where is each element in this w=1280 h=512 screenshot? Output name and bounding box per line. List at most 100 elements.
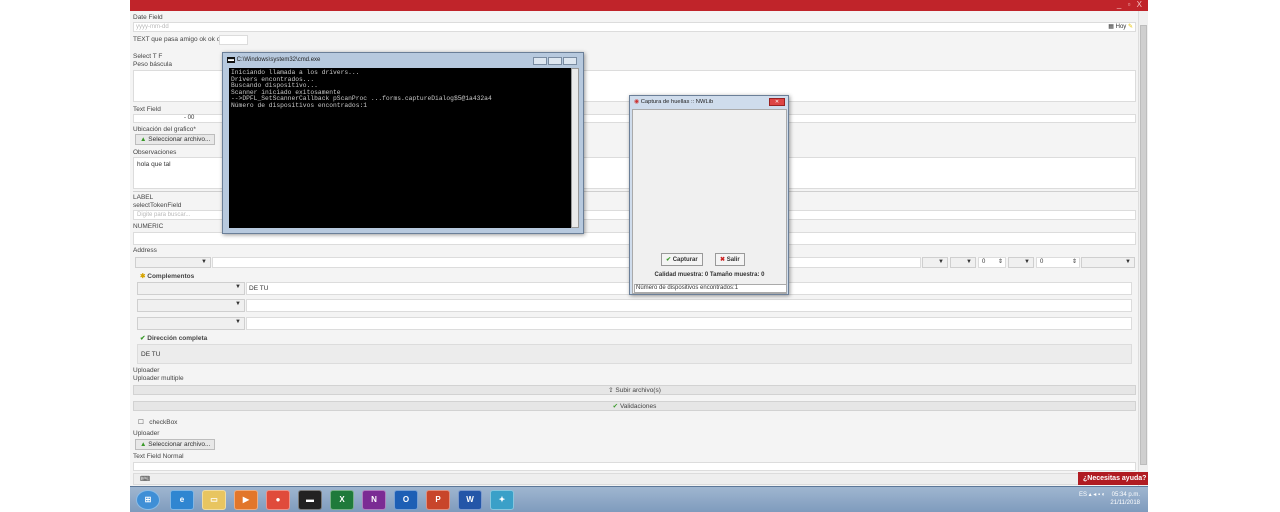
select-token-label: selectTokenField <box>133 202 182 209</box>
upload-icon: ⇪ <box>608 387 614 394</box>
taskbar: ⊞ e ▭ ▶ ● ▬ X N O P W ✦ ES ▴ ◂ ▪ ◐ 05:34… <box>130 486 1148 512</box>
explorer-icon[interactable]: ▭ <box>202 490 226 510</box>
help-button[interactable]: ¿Necesitas ayuda? <box>1078 472 1148 485</box>
complemento-value: DE TU <box>249 285 269 292</box>
observaciones-value: hola que tal <box>137 161 171 168</box>
select-tf-label: Select T F <box>133 53 163 60</box>
complemento-select-2[interactable]: ▼ <box>137 299 245 312</box>
upload-icon: ▲ <box>140 441 147 448</box>
text-field-extra[interactable] <box>219 35 248 45</box>
complementos-header[interactable]: ✱ Complementos <box>140 272 194 280</box>
keyboard-icon[interactable]: ⌨ <box>140 475 150 483</box>
seleccionar-archivo-button[interactable]: ▲ Seleccionar archivo... <box>135 134 216 145</box>
language-indicator[interactable]: ES <box>1079 492 1087 498</box>
address-select-3[interactable]: ▼ <box>950 257 976 268</box>
subir-archivo-label: Subir archivo(s) <box>615 387 661 394</box>
capture-dialog[interactable]: ◉ Captura de huellas :: NWLib ✕ ✔ Captur… <box>629 95 789 295</box>
window-controls[interactable]: _ ▫ X <box>1117 0 1144 9</box>
date-placeholder: yyyy-mm-dd <box>136 24 169 30</box>
cmd-title: ▬ C:\Windows\system32\cmd.exe <box>227 57 320 63</box>
token-placeholder: Digite para buscar... <box>137 212 191 218</box>
subir-archivo-button[interactable]: ⇪ Subir archivo(s) <box>133 385 1136 395</box>
cmd-icon: ▬ <box>227 57 235 63</box>
clock[interactable]: 05:34 p.m. 21/11/2018 <box>1110 491 1140 507</box>
clock-time: 05:34 p.m. <box>1111 492 1140 498</box>
address-number-a-value: 0 <box>982 259 986 265</box>
capture-title: ◉ Captura de huellas :: NWLib <box>634 99 713 105</box>
upload-icon: ▲ <box>140 136 147 143</box>
minimize-button[interactable] <box>533 57 547 65</box>
seleccionar-archivo2-button[interactable]: ▲ Seleccionar archivo... <box>135 439 216 450</box>
peso-label: Peso báscula <box>133 61 173 68</box>
address-select[interactable]: ▼ <box>135 257 211 268</box>
complemento-select-3[interactable]: ▼ <box>137 317 245 330</box>
ubicacion-label: Ubicación del grafico* <box>133 126 196 133</box>
clock-date: 21/11/2018 <box>1110 500 1140 506</box>
hoy-label: Hoy <box>1115 24 1127 30</box>
main-scrollbar[interactable] <box>1138 11 1148 486</box>
text-field-normal[interactable] <box>133 462 1136 471</box>
address-select-2[interactable]: ▼ <box>922 257 948 268</box>
hoy-button[interactable]: ▦ Hoy ✎ <box>1108 23 1133 30</box>
cmd-icon[interactable]: ▬ <box>298 490 322 510</box>
date-field-label: Date Field <box>133 14 163 21</box>
chevron-down-icon: ▼ <box>235 284 241 290</box>
powerpoint-icon[interactable]: P <box>426 490 450 510</box>
capturar-button[interactable]: ✔ Capturar <box>661 253 703 266</box>
fingerprint-icon: ◉ <box>634 99 640 105</box>
capture-status: Número de dispositivos encontrados:1 <box>634 284 787 293</box>
text-field-label: Text Field <box>133 106 161 113</box>
excel-icon[interactable]: X <box>330 490 354 510</box>
chevron-down-icon: ▼ <box>201 259 207 265</box>
cmd-window[interactable]: ▬ C:\Windows\system32\cmd.exe Iniciando … <box>222 52 584 234</box>
scroll-thumb[interactable] <box>1140 25 1147 465</box>
maximize-button[interactable] <box>548 57 562 65</box>
address-text[interactable] <box>212 257 921 268</box>
salir-button[interactable]: ✖ Salir <box>715 253 745 266</box>
onenote-icon[interactable]: N <box>362 490 386 510</box>
direccion-field: DE TU <box>137 344 1132 364</box>
cmd-line: Número de dispositivos encontrados:1 <box>231 101 368 109</box>
seleccionar-archivo2-label: Seleccionar archivo... <box>148 441 211 448</box>
media-icon[interactable]: ▶ <box>234 490 258 510</box>
spinner-icon[interactable]: ⇕ <box>998 258 1003 265</box>
outlook-icon[interactable]: O <box>394 490 418 510</box>
cmd-title-text: C:\Windows\system32\cmd.exe <box>236 57 321 63</box>
date-field[interactable]: yyyy-mm-dd ▦ Hoy ✎ <box>133 22 1136 32</box>
address-number-a[interactable]: 0 ⇕ <box>978 257 1006 268</box>
capture-quality: Calidad muestra: 0 Tamaño muestra: 0 <box>654 272 765 278</box>
complemento-text-2[interactable] <box>246 299 1132 312</box>
bottom-toolbar: ⌨ <box>133 473 1136 485</box>
close-button[interactable] <box>563 57 577 65</box>
address-label: Address <box>133 247 157 254</box>
start-icon[interactable]: ⊞ <box>136 490 160 510</box>
checkbox[interactable]: ☐ checkBox <box>138 418 177 426</box>
observaciones-label: Observaciones <box>133 149 177 156</box>
complementos-label: Complementos <box>147 273 195 280</box>
address-number-b[interactable]: 0 ⇕ <box>1036 257 1080 268</box>
chevron-down-icon: ▼ <box>235 319 241 325</box>
validaciones-button[interactable]: ✔ Validaciones <box>133 401 1136 411</box>
capturar-label: Capturar <box>672 257 698 263</box>
text-field-normal-label: Text Field Normal <box>133 453 184 460</box>
app-icon[interactable]: ✦ <box>490 490 514 510</box>
uploader-label: Uploader <box>133 367 160 374</box>
chevron-down-icon: ▼ <box>966 259 972 265</box>
ie-icon[interactable]: e <box>170 490 194 510</box>
cmd-output: Iniciando llamada a los drivers... Driver… <box>229 68 571 228</box>
spinner-icon[interactable]: ⇕ <box>1072 258 1077 265</box>
word-icon[interactable]: W <box>458 490 482 510</box>
complemento-text-3[interactable] <box>246 317 1132 330</box>
capture-panel: ✔ Capturar ✖ Salir Calidad muestra: 0 Ta… <box>632 109 787 294</box>
close-button[interactable]: ✕ <box>769 98 785 106</box>
text-field-value[interactable]: TEXT que pasa amigo ok ok ok <box>133 36 224 43</box>
complemento-select-1[interactable]: ▼ <box>137 282 245 295</box>
salir-label: Salir <box>726 257 740 263</box>
help-label: ¿Necesitas ayuda? <box>1083 475 1147 482</box>
cmd-scrollbar[interactable] <box>571 68 579 228</box>
chevron-down-icon: ▼ <box>938 259 944 265</box>
address-select-4[interactable]: ▼ <box>1008 257 1034 268</box>
address-select-5[interactable]: ▼ <box>1081 257 1135 268</box>
chrome-icon[interactable]: ● <box>266 490 290 510</box>
cmd-window-controls <box>532 57 577 67</box>
